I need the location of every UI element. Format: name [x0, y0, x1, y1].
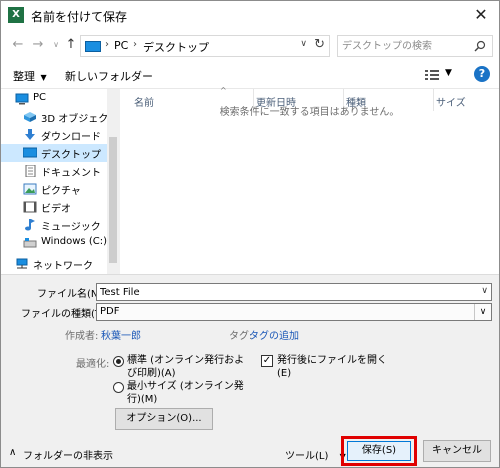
- file-list: 名前 ^ 更新日時 種類 サイズ 検索条件に一致する項目はありません。: [120, 86, 499, 274]
- sidebar-item-label: PC: [33, 92, 47, 103]
- organize-label: 整理: [13, 70, 35, 83]
- nav-scrollbar[interactable]: [107, 89, 119, 274]
- sidebar-item-label: ビデオ: [41, 204, 71, 215]
- radio-minimum-label-line1: 最小サイズ (オンライン発: [127, 381, 244, 392]
- breadcrumb-separator-icon[interactable]: ›: [105, 39, 109, 50]
- sidebar-item-drive-c[interactable]: Windows (C:): [1, 234, 107, 252]
- address-row: ← → ∨ ↑ › PC › デスクトップ ∨ ↻: [1, 29, 499, 61]
- refresh-icon[interactable]: ↻: [314, 37, 325, 52]
- radio-minimum-label[interactable]: 最小サイズ (オンライン発 行)(M): [127, 380, 244, 406]
- breadcrumb-desktop[interactable]: デスクトップ: [143, 39, 209, 55]
- new-folder-button[interactable]: 新しいフォルダー: [65, 68, 153, 84]
- breadcrumb-separator-icon[interactable]: ›: [133, 39, 137, 50]
- command-toolbar: 整理 ▼ 新しいフォルダー ▼ ?: [1, 61, 499, 89]
- download-icon: [25, 129, 35, 140]
- chevron-down-icon[interactable]: ∨: [474, 304, 491, 320]
- filetype-value: PDF: [100, 306, 120, 317]
- organize-button[interactable]: 整理 ▼: [13, 68, 47, 84]
- video-icon: [23, 201, 37, 213]
- search-input[interactable]: [342, 38, 470, 54]
- filetype-select[interactable]: PDF ∨: [96, 303, 492, 321]
- tools-button[interactable]: ツール(L) ▼: [285, 447, 346, 462]
- sidebar-item-label: ネットワーク: [33, 261, 93, 272]
- pc-icon: [15, 93, 29, 105]
- pc-icon: [85, 41, 101, 52]
- open-after-publish-label-line2: (E): [277, 368, 292, 379]
- chevron-down-icon[interactable]: ▼: [445, 68, 452, 78]
- nav-scrollbar-thumb[interactable]: [109, 137, 117, 263]
- drive-icon: [23, 238, 37, 248]
- forward-icon[interactable]: →: [30, 37, 46, 53]
- filename-field[interactable]: ∨: [96, 283, 492, 301]
- sort-ascending-icon: ^: [220, 86, 227, 95]
- title-bar: X 名前を付けて保存 ✕: [1, 1, 499, 29]
- save-options-panel: ファイル名(N): ∨ ファイルの種類(T): PDF ∨ 作成者: 秋葉一郎 …: [1, 274, 499, 467]
- sidebar-item-label: ダウンロード: [41, 132, 101, 143]
- search-icon[interactable]: [474, 40, 486, 52]
- radio-minimum[interactable]: [113, 382, 124, 393]
- sidebar-item-label: ミュージック: [41, 222, 101, 233]
- 3d-objects-icon: [24, 112, 36, 122]
- search-box[interactable]: [337, 35, 493, 57]
- view-options-icon[interactable]: [425, 70, 439, 80]
- sidebar-item-pictures[interactable]: ピクチャ: [1, 180, 107, 198]
- sidebar-item-documents[interactable]: ドキュメント: [1, 162, 107, 180]
- up-folder-icon[interactable]: ↑: [63, 37, 79, 53]
- author-label: 作成者:: [65, 331, 99, 342]
- excel-icon: X: [8, 7, 24, 23]
- empty-folder-message: 検索条件に一致する項目はありません。: [219, 107, 400, 118]
- close-button[interactable]: ✕: [471, 5, 491, 25]
- back-icon[interactable]: ←: [10, 37, 26, 53]
- chevron-down-icon: ▼: [40, 73, 47, 82]
- window-title: 名前を付けて保存: [31, 10, 128, 24]
- hide-folders-button[interactable]: フォルダーの非表示: [23, 447, 113, 462]
- sidebar-item-pc[interactable]: PC: [1, 90, 107, 108]
- open-after-publish-checkbox[interactable]: ✓: [261, 355, 273, 367]
- radio-minimum-label-line2: 行)(M): [127, 394, 158, 405]
- save-button[interactable]: 保存(S): [347, 441, 411, 461]
- recent-locations-icon[interactable]: ∨: [48, 37, 64, 53]
- sidebar-item-videos[interactable]: ビデオ: [1, 198, 107, 216]
- sidebar-item-3d-objects[interactable]: 3D オブジェクト: [1, 108, 118, 126]
- sidebar-item-music[interactable]: ミュージック: [1, 216, 107, 234]
- open-after-publish-label-line1: 発行後にファイルを開く: [277, 355, 387, 366]
- sidebar-item-network[interactable]: ネットワーク: [1, 255, 107, 273]
- chevron-up-icon[interactable]: ∧: [9, 447, 16, 458]
- sidebar-item-label: Windows (C:): [41, 236, 107, 247]
- options-button[interactable]: オプション(O)...: [115, 408, 213, 430]
- sidebar-item-label: デスクトップ: [41, 150, 101, 161]
- chevron-down-icon[interactable]: ∨: [300, 39, 307, 49]
- address-bar[interactable]: › PC › デスクトップ ∨ ↻: [80, 35, 330, 57]
- breadcrumb-pc[interactable]: PC: [114, 39, 128, 52]
- radio-standard[interactable]: [113, 356, 124, 367]
- radio-standard-label[interactable]: 標準 (オンライン発行およ び印刷)(A): [127, 354, 244, 380]
- filename-input[interactable]: [100, 285, 480, 299]
- sidebar-item-downloads[interactable]: ダウンロード: [1, 126, 107, 144]
- save-as-dialog: X 名前を付けて保存 ✕ ← → ∨ ↑ › PC › デスクトップ ∨ ↻ 整…: [0, 0, 500, 468]
- navigation-pane: PC 3D オブジェクト ダウンロード デスクトップ ドキュメント ピクチャ ビ…: [1, 89, 119, 274]
- tags-input[interactable]: タグの追加: [249, 327, 299, 342]
- chevron-down-icon[interactable]: ∨: [481, 286, 488, 296]
- optimize-label: 最適化:: [76, 359, 110, 370]
- desktop-icon: [23, 147, 37, 158]
- radio-standard-label-line1: 標準 (オンライン発行およ: [127, 355, 245, 366]
- sidebar-item-desktop[interactable]: デスクトップ: [1, 144, 107, 162]
- sidebar-item-label: ドキュメント: [41, 168, 101, 179]
- radio-standard-label-line2: び印刷)(A): [127, 368, 176, 379]
- document-icon: [25, 165, 36, 177]
- music-icon: [25, 219, 35, 231]
- pictures-icon: [23, 183, 37, 195]
- network-icon: [16, 258, 28, 269]
- cancel-button[interactable]: キャンセル: [423, 440, 491, 462]
- tools-label: ツール(L): [285, 451, 329, 462]
- sidebar-item-label: ピクチャ: [41, 186, 81, 197]
- open-after-publish-label[interactable]: 発行後にファイルを開く (E): [277, 354, 387, 380]
- author-value[interactable]: 秋葉一郎: [101, 327, 141, 342]
- help-icon[interactable]: ?: [474, 66, 490, 82]
